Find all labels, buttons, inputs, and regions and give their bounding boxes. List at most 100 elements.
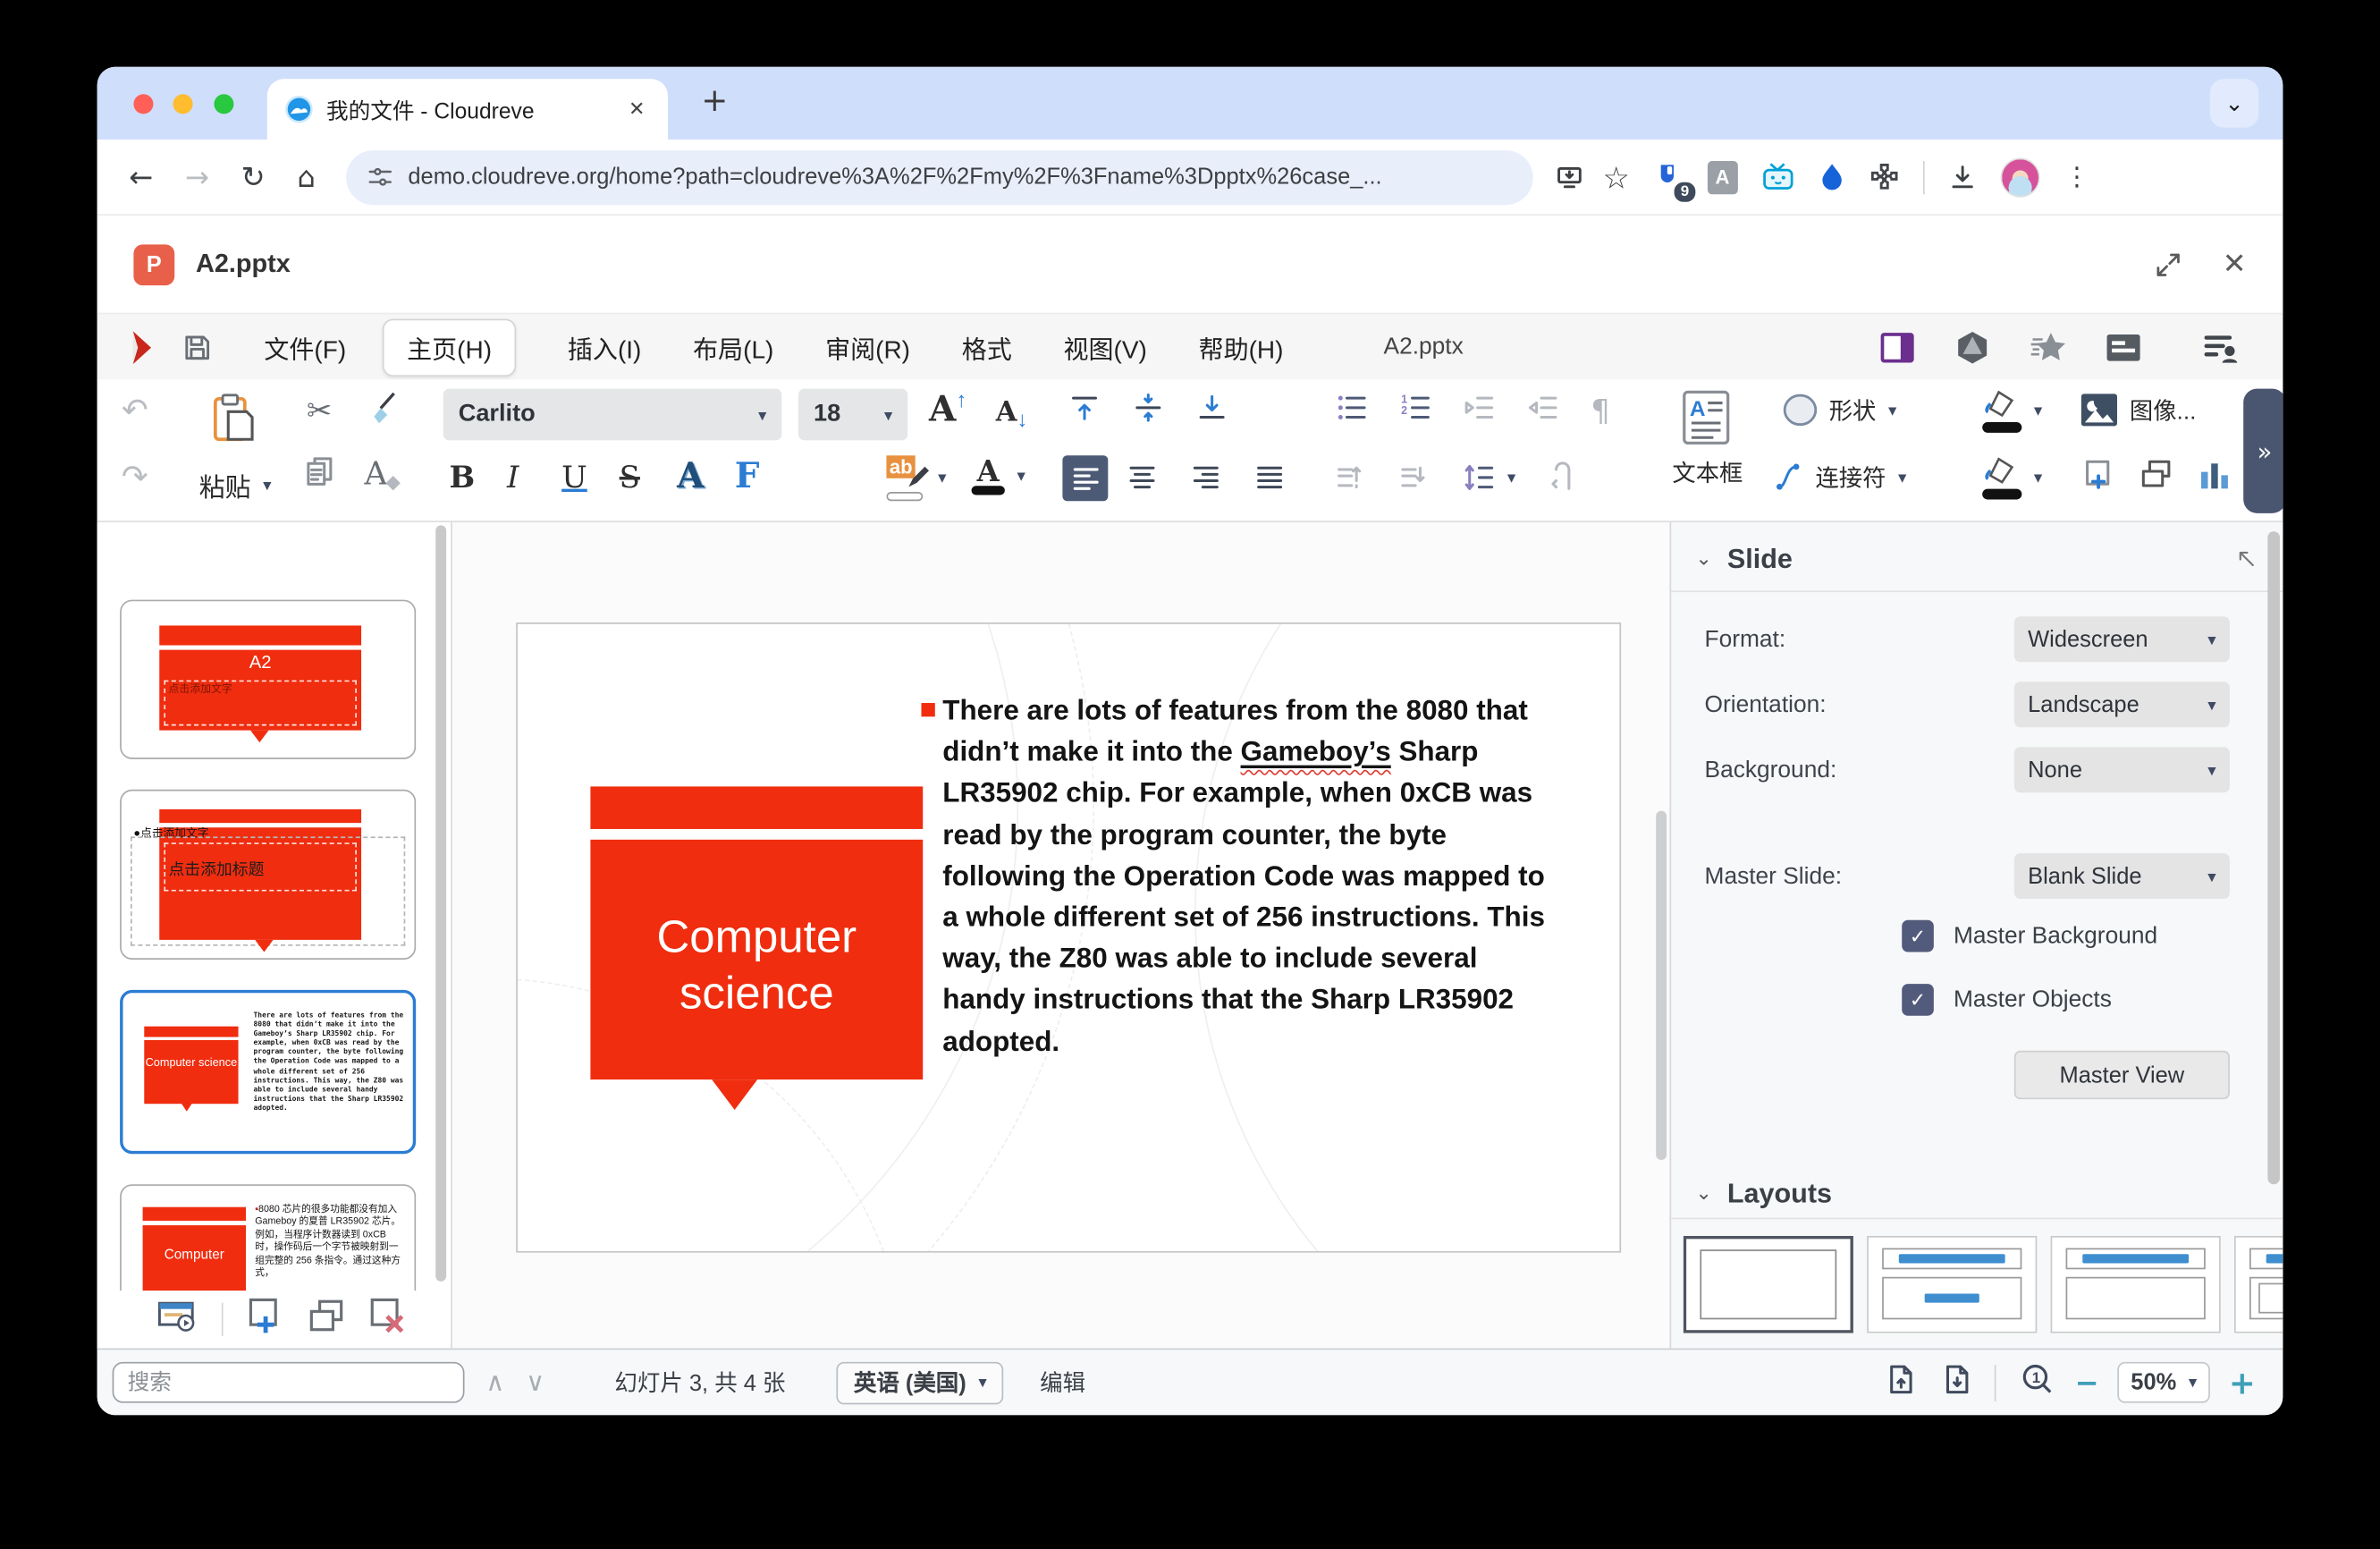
- cut-icon[interactable]: ✂: [307, 392, 332, 428]
- home-icon[interactable]: ⌂: [297, 160, 315, 193]
- textbox-icon[interactable]: A: [1675, 385, 1736, 449]
- browser-tab[interactable]: 我的文件 - Cloudreve ✕: [266, 79, 668, 140]
- menu-layout[interactable]: 布局(L): [693, 329, 773, 366]
- menu-home[interactable]: 主页(H): [382, 317, 517, 377]
- extension-a-icon[interactable]: A: [1707, 160, 1738, 194]
- master-objects-checkbox[interactable]: ✓: [1902, 984, 1934, 1016]
- font-size-select[interactable]: 18 ▾: [798, 388, 908, 441]
- layout-blank[interactable]: [1683, 1235, 1853, 1333]
- align-bottom-icon[interactable]: [1196, 392, 1228, 424]
- tab-search-button[interactable]: ⌄: [2209, 79, 2259, 128]
- browser-menu-icon[interactable]: ⋮: [2064, 162, 2089, 192]
- fit-width-icon[interactable]: [1941, 1363, 1973, 1402]
- menu-insert[interactable]: 插入(I): [568, 329, 641, 366]
- minimize-window-button[interactable]: [173, 94, 194, 114]
- image-button[interactable]: 图像...: [2080, 392, 2196, 428]
- bold-button[interactable]: B: [450, 459, 476, 495]
- fit-slide-icon[interactable]: [1885, 1363, 1917, 1402]
- format-painter-icon[interactable]: [367, 392, 401, 428]
- menu-format[interactable]: 格式: [962, 329, 1012, 366]
- comments-card-icon[interactable]: [2106, 330, 2142, 363]
- save-icon[interactable]: [182, 332, 213, 362]
- align-left-button[interactable]: [1062, 455, 1109, 502]
- paste-button[interactable]: 粘贴 ▾: [179, 459, 291, 511]
- menu-file[interactable]: 文件(F): [264, 329, 346, 366]
- search-input[interactable]: [112, 1361, 465, 1403]
- slide-editor[interactable]: Computer science There are lots of featu…: [516, 622, 1622, 1253]
- user-list-icon[interactable]: [2202, 330, 2240, 363]
- menu-view[interactable]: 视图(V): [1063, 329, 1146, 366]
- tab-close-icon[interactable]: ✕: [621, 95, 653, 123]
- menu-help[interactable]: 帮助(H): [1199, 329, 1284, 366]
- delete-slide-button[interactable]: [369, 1297, 406, 1342]
- layout-title-only[interactable]: [2050, 1235, 2221, 1333]
- thumbnail-slide-3[interactable]: Computer science There are lots of featu…: [120, 989, 417, 1155]
- highlight-color-button[interactable]: ab ▾: [886, 455, 947, 502]
- clear-style-icon[interactable]: A: [364, 455, 402, 492]
- align-top-icon[interactable]: [1068, 392, 1101, 424]
- underline-button[interactable]: U: [561, 459, 587, 495]
- align-middle-icon[interactable]: [1132, 392, 1164, 424]
- favorites-star-icon[interactable]: [2030, 330, 2066, 363]
- layouts-section-header[interactable]: ⌄ Layouts: [1671, 1157, 2283, 1225]
- tune-icon[interactable]: [367, 164, 393, 190]
- move-down-icon[interactable]: [1399, 461, 1431, 494]
- close-window-button[interactable]: [133, 94, 154, 114]
- undo-icon[interactable]: ↶: [122, 392, 148, 428]
- decrease-indent-icon[interactable]: [1527, 392, 1559, 424]
- shape-fill-color-button[interactable]: ▾: [1982, 455, 2042, 500]
- align-right-button[interactable]: [1190, 461, 1222, 494]
- thumbnail-slide-1[interactable]: A2 点击添加文字: [120, 599, 417, 759]
- zoom-out-icon[interactable]: −: [2075, 1366, 2099, 1399]
- zoom-level-select[interactable]: 50% ▾: [2117, 1361, 2211, 1403]
- master-slide-select[interactable]: Blank Slide ▾: [2013, 853, 2230, 900]
- canvas-scrollbar[interactable]: [1656, 810, 1667, 1161]
- collapse-toolbar-button[interactable]: »: [2243, 388, 2283, 513]
- profile-avatar[interactable]: [2000, 157, 2040, 197]
- extensions-puzzle-icon[interactable]: [1868, 161, 1900, 193]
- increase-indent-icon[interactable]: [1464, 392, 1496, 424]
- collapse-layouts-icon[interactable]: ⌄: [1695, 1183, 1712, 1206]
- misspelled-word[interactable]: Gameboy’s: [1241, 735, 1391, 767]
- thumbnail-scrollbar[interactable]: [435, 525, 447, 1282]
- language-select[interactable]: 英语 (美国) ▾: [837, 1360, 1004, 1404]
- duplicate-slide-button[interactable]: [308, 1298, 345, 1342]
- forward-icon[interactable]: →: [185, 160, 209, 193]
- format-select[interactable]: Widescreen ▾: [2013, 616, 2230, 663]
- decrease-font-icon[interactable]: A ↓: [996, 392, 1028, 431]
- chart-icon[interactable]: [2198, 459, 2231, 492]
- shape-button[interactable]: 形状 ▾: [1782, 392, 1896, 428]
- drop-extension-icon[interactable]: [1818, 160, 1845, 193]
- bullet-list-icon[interactable]: [1336, 392, 1368, 424]
- viewer-close-icon[interactable]: ✕: [2223, 248, 2247, 281]
- text-direction-icon[interactable]: [1549, 461, 1581, 494]
- master-background-checkbox[interactable]: ✓: [1902, 919, 1934, 952]
- thumbnail-slide-2[interactable]: ●点击添加文字 点击添加标题: [120, 789, 417, 960]
- orientation-select[interactable]: Landscape ▾: [2013, 681, 2230, 728]
- textbox-button[interactable]: 文本框: [1658, 455, 1758, 488]
- shape-gem-icon[interactable]: [1955, 330, 1990, 363]
- duplicate-slide-icon[interactable]: [2140, 459, 2173, 491]
- find-next-icon[interactable]: ∨: [526, 1367, 544, 1398]
- insert-paragraph-icon[interactable]: ¶: [1591, 392, 1610, 428]
- move-up-icon[interactable]: [1336, 461, 1368, 494]
- paste-icon[interactable]: [191, 389, 276, 450]
- strikethrough-button[interactable]: S: [620, 459, 640, 495]
- fullscreen-icon[interactable]: [2154, 250, 2182, 278]
- bookmark-star-icon[interactable]: ☆: [1602, 158, 1629, 195]
- copy-icon[interactable]: [304, 455, 336, 487]
- find-previous-icon[interactable]: ∧: [485, 1367, 504, 1398]
- zoom-100-icon[interactable]: 1: [2020, 1362, 2053, 1403]
- increase-font-icon[interactable]: A ↑: [929, 386, 966, 429]
- align-center-button[interactable]: [1127, 461, 1159, 494]
- slide-title[interactable]: Computer science: [590, 910, 923, 1022]
- master-view-button[interactable]: Master View: [2013, 1050, 2230, 1100]
- new-tab-button[interactable]: +: [701, 82, 728, 119]
- line-spacing-button[interactable]: ▾: [1464, 461, 1515, 494]
- subscript-f-button[interactable]: F: [735, 455, 760, 496]
- menu-review[interactable]: 审阅(R): [825, 329, 910, 366]
- align-justify-button[interactable]: [1253, 461, 1286, 494]
- open-advanced-icon[interactable]: [2236, 548, 2258, 571]
- back-icon[interactable]: ←: [129, 160, 153, 193]
- add-slide-icon[interactable]: [2082, 459, 2114, 491]
